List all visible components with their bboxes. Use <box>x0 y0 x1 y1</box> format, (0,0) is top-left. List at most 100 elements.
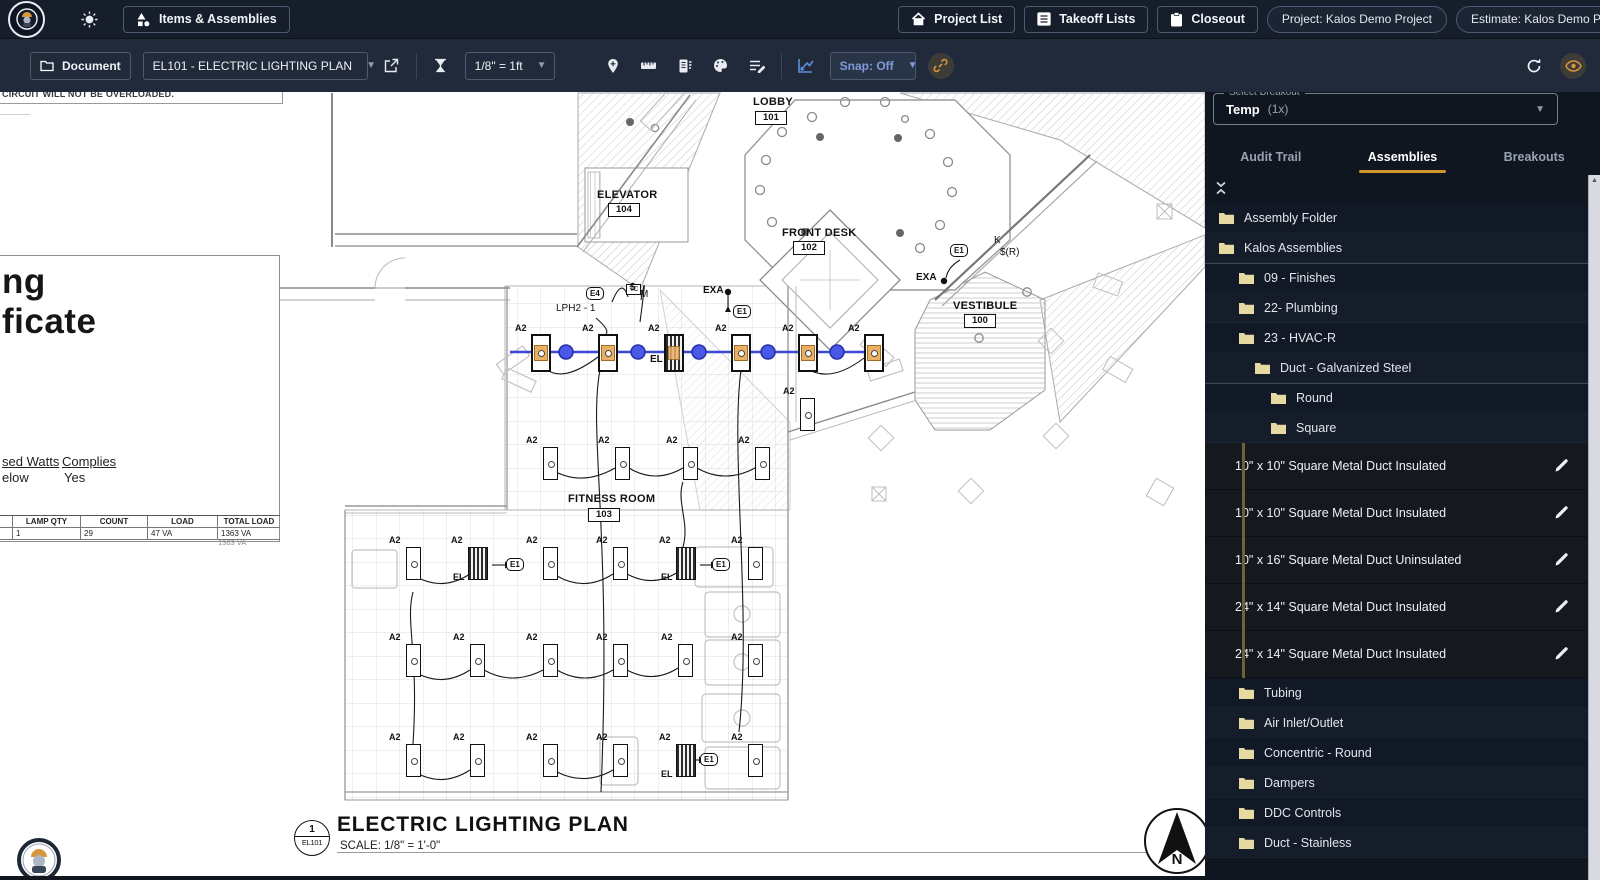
scroll-up-arrow[interactable]: ▲ <box>1591 177 1598 184</box>
edit-pencil-icon[interactable] <box>1554 458 1569 473</box>
light-fixture-a2[interactable]: A2 <box>389 732 421 777</box>
light-fixture-a2[interactable]: A2 <box>848 323 884 372</box>
folder-icon <box>1239 837 1254 849</box>
light-fixture-a2[interactable]: A2 <box>526 535 558 580</box>
tree-folder-duct-galvanized[interactable]: Duct - Galvanized Steel <box>1205 353 1589 383</box>
theme-sun-icon[interactable] <box>77 7 101 31</box>
room-number-vestibule: 100 <box>964 314 996 328</box>
scale-set-icon[interactable] <box>429 54 453 78</box>
project-pill[interactable]: Project: Kalos Demo Project <box>1266 5 1447 33</box>
edit-pencil-icon[interactable] <box>1554 505 1569 520</box>
light-fixture-a2[interactable]: A2 <box>453 732 485 777</box>
visibility-eye-icon[interactable] <box>1560 52 1586 79</box>
refresh-icon[interactable] <box>1522 54 1546 78</box>
external-link-icon[interactable] <box>380 54 404 78</box>
document-label: Document <box>62 58 121 73</box>
edit-pencil-icon[interactable] <box>1554 646 1569 661</box>
plan-canvas[interactable]: CIRCUIT WILL NOT BE OVERLOADED. ng ficat… <box>0 92 1205 876</box>
light-fixture-a2[interactable]: A2 <box>661 632 693 677</box>
tree-folder-duct-stainless[interactable]: Duct - Stainless <box>1205 828 1589 858</box>
tree-folder-assembly-folder[interactable]: Assembly Folder <box>1205 203 1589 233</box>
edit-pencil-icon[interactable] <box>1554 599 1569 614</box>
light-fixture-a2[interactable]: A2 <box>598 435 630 480</box>
collapse-all-icon[interactable] <box>1215 181 1227 195</box>
scale-select[interactable]: 1/8" = 1ft ▼ <box>464 51 555 80</box>
light-fixture-a2[interactable]: A2 <box>783 386 815 431</box>
light-fixture-a2[interactable]: A2 <box>526 732 558 777</box>
light-fixture-a2[interactable]: A2 <box>515 323 551 372</box>
sidebar-scrollbar[interactable]: ▲ <box>1588 175 1600 880</box>
tree-folder-plumbing[interactable]: 22- Plumbing <box>1205 293 1589 323</box>
light-fixture-a2[interactable]: A2 <box>666 435 698 480</box>
ruler-icon[interactable] <box>637 54 661 78</box>
light-fixture-a2[interactable]: A2 <box>526 632 558 677</box>
link-scale-icon[interactable] <box>927 52 954 79</box>
light-fixture-el[interactable]: A2 EL <box>659 535 696 582</box>
tree-folder-air-inlet-outlet[interactable]: Air Inlet/Outlet <box>1205 708 1589 738</box>
light-fixture-a2[interactable]: A2 <box>596 535 628 580</box>
tab-audit-trail[interactable]: Audit Trail <box>1205 140 1337 173</box>
project-list-button[interactable]: Project List <box>898 5 1016 33</box>
light-fixture-a2[interactable]: A2 <box>731 632 763 677</box>
assembly-item[interactable]: 24" x 14" Square Metal Duct Insulated <box>1205 631 1589 678</box>
assembly-item[interactable]: 10" x 10" Square Metal Duct Insulated <box>1205 443 1589 490</box>
light-fixture-el[interactable]: A2 <box>648 323 684 372</box>
snap-label: Snap: Off <box>839 58 894 73</box>
edit-pencil-icon[interactable] <box>1554 552 1569 567</box>
snap-toggle[interactable]: Snap: Off ▼ <box>829 51 918 80</box>
items-assemblies-button[interactable]: Items & Assemblies <box>123 5 290 33</box>
tree-folder-round[interactable]: Round <box>1205 383 1589 413</box>
light-fixture-a2[interactable]: A2 <box>389 535 421 580</box>
palette-icon[interactable] <box>709 54 733 78</box>
takeoff-lists-label: Takeoff Lists <box>1059 12 1136 26</box>
folder-icon <box>1239 273 1254 284</box>
annotation-exa-2: EXA <box>916 272 937 283</box>
plan-note-strip: CIRCUIT WILL NOT BE OVERLOADED. <box>0 92 283 104</box>
light-fixture-a2[interactable]: A2 <box>596 732 628 777</box>
light-fixture-a2[interactable]: A2 <box>731 732 763 777</box>
tree-folder-concentric-round[interactable]: Concentric - Round <box>1205 738 1589 768</box>
light-fixture-a2[interactable]: A2 <box>582 323 618 372</box>
folder-icon <box>1255 362 1270 374</box>
annotation-el-takeoff: EL <box>650 354 663 365</box>
light-fixture-a2[interactable]: A2 <box>782 323 818 372</box>
tab-breakouts[interactable]: Breakouts <box>1468 140 1600 173</box>
estimate-pill[interactable]: Estimate: Kalos Demo Projec <box>1455 5 1600 33</box>
tree-folder-hvac-r[interactable]: 23 - HVAC-R <box>1205 323 1589 353</box>
takeoff-lists-button[interactable]: Takeoff Lists <box>1024 5 1149 33</box>
takeoff-clipboard-icon[interactable] <box>673 54 697 78</box>
document-button[interactable]: Document <box>30 51 131 80</box>
tree-folder-tubing[interactable]: Tubing <box>1205 678 1589 708</box>
light-fixture-el[interactable]: A2 EL <box>451 535 488 582</box>
chevron-down-icon: ▼ <box>366 60 376 71</box>
select-breakout-dropdown[interactable]: Select Breakout Temp (1x) ▼ <box>1213 87 1558 125</box>
closeout-button[interactable]: Closeout <box>1157 5 1258 33</box>
takeoff-measurement[interactable] <box>510 344 880 360</box>
annotation-list-icon[interactable] <box>745 54 769 78</box>
light-fixture-a2[interactable]: A2 <box>715 323 751 372</box>
app-logo[interactable] <box>8 0 45 38</box>
tree-folder-kalos-assemblies[interactable]: Kalos Assemblies <box>1205 233 1589 263</box>
tree-folder-finishes[interactable]: 09 - Finishes <box>1205 263 1589 293</box>
light-fixture-el[interactable]: A2 EL <box>659 732 696 779</box>
tree-folder-square[interactable]: Square <box>1205 413 1589 443</box>
sheet-select[interactable]: EL101 - ELECTRIC LIGHTING PLAN ▼ <box>142 51 376 80</box>
folder-icon <box>1239 777 1254 789</box>
tab-assemblies[interactable]: Assemblies <box>1337 140 1469 173</box>
chevron-down-icon: ▼ <box>907 60 918 71</box>
tree-folder-ddc-controls[interactable]: DDC Controls <box>1205 798 1589 828</box>
assembly-item[interactable]: 10" x 10" Square Metal Duct Insulated <box>1205 490 1589 537</box>
tree-folder-dampers[interactable]: Dampers <box>1205 768 1589 798</box>
room-label-front-desk: FRONT DESK <box>782 227 857 239</box>
light-fixture-a2[interactable]: A2 <box>596 632 628 677</box>
takeoff-chart-icon[interactable] <box>794 54 818 78</box>
light-fixture-a2[interactable]: A2 <box>738 435 770 480</box>
light-fixture-a2[interactable]: A2 <box>731 535 763 580</box>
location-pin-icon[interactable] <box>601 54 625 78</box>
light-fixture-a2[interactable]: A2 <box>526 435 558 480</box>
light-fixture-a2[interactable]: A2 <box>453 632 485 677</box>
assembly-item[interactable]: 10" x 16" Square Metal Duct Uninsulated <box>1205 537 1589 584</box>
room-label-fitness: FITNESS ROOM <box>568 493 656 505</box>
light-fixture-a2[interactable]: A2 <box>389 632 421 677</box>
assembly-item[interactable]: 24" x 14" Square Metal Duct Insulated <box>1205 584 1589 631</box>
